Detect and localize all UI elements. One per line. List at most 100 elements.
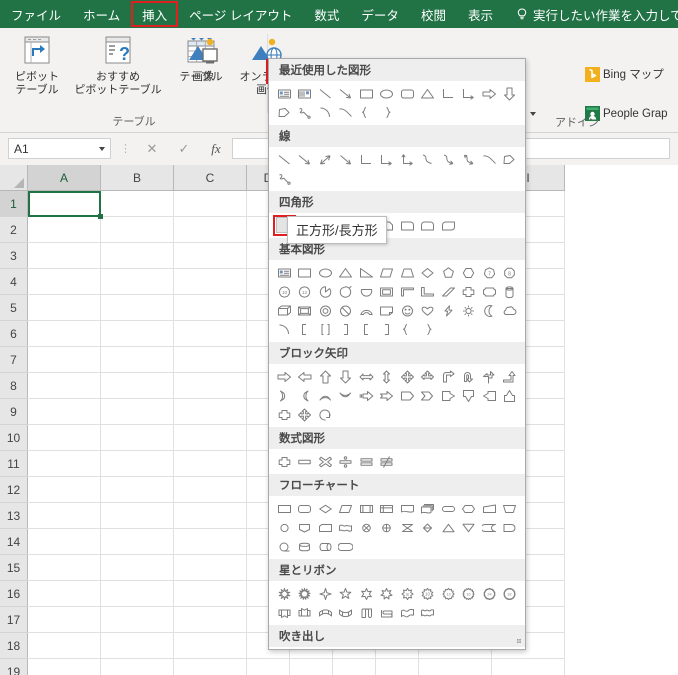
shape-rectangle[interactable] [356,84,377,103]
shape-pentagon-arrow[interactable] [397,386,418,405]
cell-C17[interactable] [173,606,247,633]
shape-down-arrow[interactable] [500,84,521,103]
insert-function-button[interactable]: fx [200,138,232,159]
shape-flowchart-preparation[interactable] [459,499,480,518]
cell-A4[interactable] [27,268,101,295]
shape-flowchart-collate[interactable] [397,518,418,537]
picture-button[interactable]: 画像 [172,32,234,108]
pivot-table-button[interactable]: ピボット テーブル [6,32,68,108]
shape-vertical-textbox[interactable] [295,84,316,103]
row-header-1[interactable]: 1 [0,190,28,217]
row-header-5[interactable]: 5 [0,294,28,321]
shape-bent-up-arrow[interactable] [500,367,521,386]
cell-B12[interactable] [100,476,174,503]
shape-three-way-arrow[interactable] [418,367,439,386]
cell-A1[interactable] [27,190,103,219]
shape-left-brace[interactable] [356,103,377,122]
cell-C4[interactable] [173,268,247,295]
shape-hexagon[interactable] [459,263,480,282]
shape-diamond[interactable] [418,263,439,282]
shape-heptagon[interactable]: 7 [479,263,500,282]
shape-flowchart-alternate-process[interactable] [295,499,316,518]
tab-view[interactable]: 表示 [457,0,504,28]
shape-l-shape-corner[interactable] [397,282,418,301]
shape-flowchart-extract[interactable] [438,518,459,537]
shape-round-single-corner-rectangle[interactable] [397,216,418,235]
shape-elbow-double-arrow-connector[interactable] [397,150,418,169]
shape-multiply[interactable] [315,452,336,471]
row-header-19[interactable]: 19 [0,658,28,675]
shape-flowchart-decision[interactable] [315,499,336,518]
shape-star-24[interactable]: 24 [479,584,500,603]
shape-star-7[interactable] [377,584,398,603]
shape-pentagon[interactable] [438,263,459,282]
cell-B10[interactable] [100,424,174,451]
shape-up-ribbon[interactable] [274,603,295,622]
shape-minus[interactable] [295,452,316,471]
shape-curved-double-arrow-connector[interactable] [459,150,480,169]
shape-flowchart-process[interactable] [274,499,295,518]
cell-B2[interactable] [100,216,174,243]
shape-flowchart-sort[interactable] [418,518,439,537]
shape-right-arrow[interactable] [479,84,500,103]
bing-maps-button[interactable]: Bing マップ [582,64,667,84]
shape-no-symbol[interactable] [336,301,357,320]
shape-divide[interactable] [336,452,357,471]
row-header-12[interactable]: 12 [0,476,28,503]
cell-C7[interactable] [173,346,247,373]
row-header-14[interactable]: 14 [0,528,28,555]
shape-donut[interactable] [315,301,336,320]
shape-left-right-arrow[interactable] [356,367,377,386]
shape-flowchart-offpage-connector[interactable] [295,518,316,537]
cell-F19[interactable] [332,658,376,675]
cell-C16[interactable] [173,580,247,607]
shape-scribble[interactable] [274,169,295,188]
cell-A10[interactable] [27,424,101,451]
shape-wave[interactable] [397,603,418,622]
cell-B7[interactable] [100,346,174,373]
shape-curved-down-ribbon[interactable] [336,603,357,622]
shape-textbox[interactable] [274,84,295,103]
shape-plaque[interactable] [479,282,500,301]
name-box[interactable]: A1 [8,138,111,159]
shape-explosion-1[interactable] [274,584,295,603]
shape-smiley-face[interactable] [397,301,418,320]
shape-cloud[interactable] [500,301,521,320]
shape-curved-left-arrow[interactable] [295,386,316,405]
tab-home[interactable]: ホーム [72,0,131,28]
cell-C5[interactable] [173,294,247,321]
shape-flowchart-magnetic-disk[interactable] [295,537,316,556]
shape-flowchart-punched-tape[interactable] [336,518,357,537]
shape-flowchart-manual-input[interactable] [479,499,500,518]
shape-folded-corner[interactable] [377,301,398,320]
shape-round-diagonal-corner-rectangle[interactable] [438,216,459,235]
cell-C11[interactable] [173,450,247,477]
row-header-10[interactable]: 10 [0,424,28,451]
shape-four-way-arrow[interactable] [397,367,418,386]
shape-flowchart-manual-operation[interactable] [500,499,521,518]
shape-octagon[interactable]: 8 [500,263,521,282]
shape-elbow-arrow-connector[interactable] [377,150,398,169]
shape-flowchart-merge[interactable] [459,518,480,537]
shape-frame[interactable] [377,282,398,301]
shape-flowchart-summing-junction[interactable] [356,518,377,537]
shape-curved-arrow-connector[interactable] [438,150,459,169]
cell-B15[interactable] [100,554,174,581]
shape-flowchart-card[interactable] [315,518,336,537]
shape-plus[interactable] [274,452,295,471]
shape-block-arc[interactable] [356,301,377,320]
shape-trapezoid[interactable] [397,263,418,282]
tab-formulas[interactable]: 数式 [303,0,350,28]
shape-curved-right-arrow[interactable] [274,386,295,405]
cell-B14[interactable] [100,528,174,555]
shape-right-arrow[interactable] [274,367,295,386]
shape-dodecagon[interactable]: 12 [295,282,316,301]
shape-star-5[interactable] [336,584,357,603]
recommended-pivot-table-button[interactable]: ? おすすめ ピボットテーブル [72,32,164,108]
cell-A18[interactable] [27,632,101,659]
shape-flowchart-data[interactable] [336,499,357,518]
shape-isosceles-triangle[interactable] [418,84,439,103]
shape-left-bracket-2[interactable] [356,320,377,339]
column-header-c[interactable]: C [173,165,247,191]
shape-oval[interactable] [377,84,398,103]
